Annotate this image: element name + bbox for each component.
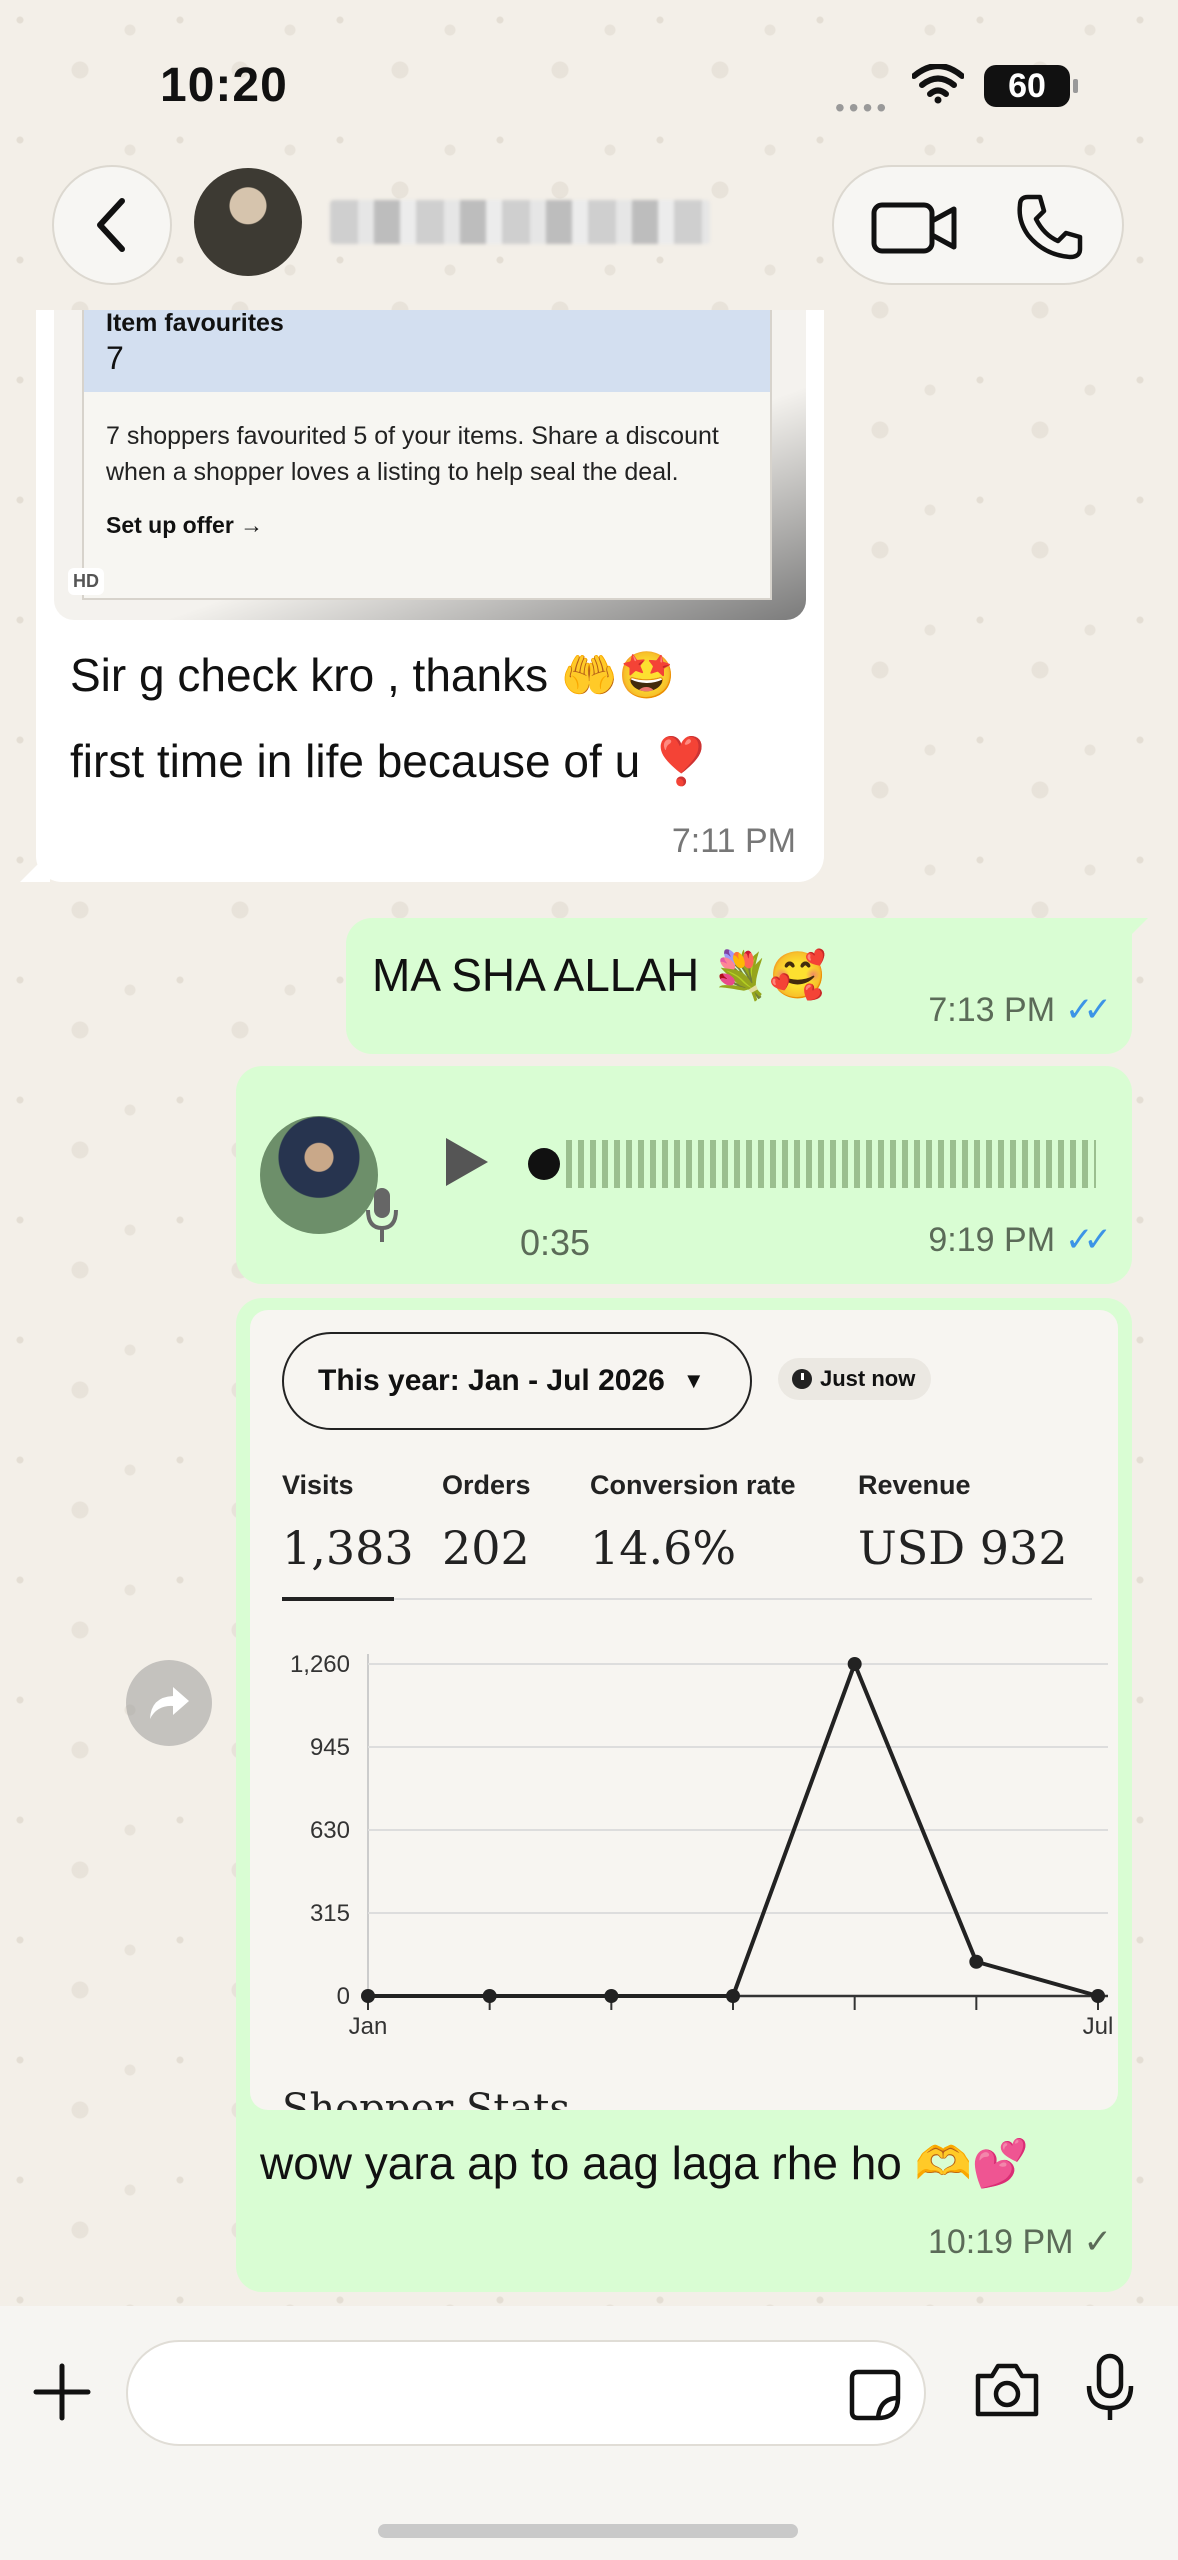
date-range-selector: This year: Jan - Jul 2026 ▼: [282, 1332, 752, 1430]
y-tick-label: 315: [310, 1900, 350, 1927]
video-camera-icon[interactable]: [870, 197, 960, 257]
active-stat-underline: [282, 1597, 394, 1601]
signal-icon: ••••: [835, 92, 891, 123]
waveform-bars: [566, 1140, 1096, 1188]
chevron-left-icon: [97, 198, 125, 252]
favourites-title: Item favourites: [106, 310, 284, 337]
stat-conversion-rate: Conversion rate 14.6%: [590, 1470, 796, 1575]
read-ticks-icon: ✓✓: [1065, 1221, 1112, 1259]
message-timestamp: 7:13 PM ✓✓: [928, 990, 1112, 1030]
caret-down-icon: ▼: [682, 1368, 705, 1393]
message-timestamp: 10:19 PM ✓: [927, 2222, 1112, 2262]
play-icon[interactable]: [446, 1138, 488, 1186]
image-message[interactable]: This year: Jan - Jul 2026 ▼ Just now Vis…: [236, 1298, 1132, 2292]
updated-badge: Just now: [778, 1358, 932, 1400]
favourites-description: 7 shoppers favourited 5 of your items. S…: [106, 422, 719, 486]
forward-icon: [150, 1687, 189, 1719]
message-text: MA SHA ALLAH 💐🥰: [372, 949, 827, 1001]
set-up-offer-link: Set up offer →: [106, 512, 264, 538]
etsy-card: Item favourites 7 7 shoppers favourited …: [82, 310, 772, 600]
stats-row: Visits 1,383 Orders 202 Conversion rate …: [282, 1470, 1092, 1601]
y-tick-label: 0: [337, 1983, 350, 2010]
data-point: [726, 1989, 740, 2003]
y-tick-label: 630: [310, 1817, 350, 1844]
phone-icon[interactable]: [1014, 191, 1086, 263]
forward-button[interactable]: [126, 1660, 212, 1746]
stat-revenue: Revenue USD 932: [858, 1470, 1068, 1575]
y-tick-label: 1,260: [290, 1651, 350, 1678]
wifi-icon: [912, 64, 964, 104]
data-point: [1091, 1989, 1105, 2003]
voice-duration: 0:35: [520, 1222, 591, 1263]
incoming-message[interactable]: Item favourites 7 7 shoppers favourited …: [36, 310, 824, 882]
voice-message[interactable]: 0:35 9:19 PM ✓✓: [236, 1066, 1132, 1284]
data-point: [361, 1989, 375, 2003]
stat-value: 202: [442, 1521, 530, 1575]
outgoing-message[interactable]: MA SHA ALLAH 💐🥰 7:13 PM ✓✓: [346, 918, 1132, 1054]
favourites-box: Item favourites 7: [84, 310, 770, 392]
shared-screenshot[interactable]: Item favourites 7 7 shoppers favourited …: [54, 310, 806, 620]
favourites-count: 7: [106, 340, 124, 376]
plus-icon[interactable]: [30, 2360, 94, 2424]
stat-value: 14.6%: [590, 1521, 737, 1575]
x-tick-label: Jul: [1083, 2013, 1114, 2040]
status-time: 10:20: [160, 59, 288, 112]
date-range-label: This year: Jan - Jul 2026: [318, 1364, 665, 1397]
data-point: [969, 1954, 984, 1969]
microphone-icon: [366, 1188, 398, 1242]
contact-name[interactable]: [330, 200, 710, 244]
stat-label: Visits: [282, 1470, 354, 1500]
x-tick-label: Jan: [349, 2013, 388, 2040]
y-tick-label: 945: [310, 1734, 350, 1761]
message-timestamp: 7:11 PM: [671, 822, 796, 860]
stat-orders: Orders 202: [442, 1470, 531, 1575]
message-input[interactable]: [126, 2340, 926, 2446]
timestamp-text: 10:19 PM: [927, 2223, 1074, 2261]
composer-bar: [0, 2306, 1178, 2560]
voice-waveform[interactable]: [528, 1138, 1096, 1190]
clock-icon: [792, 1369, 812, 1389]
camera-icon[interactable]: [972, 2360, 1042, 2420]
read-ticks-icon: ✓✓: [1065, 991, 1112, 1029]
stat-value: 1,383: [282, 1521, 414, 1575]
battery-icon: 60: [984, 65, 1078, 107]
section-heading: Shopper Stats: [282, 2086, 570, 2110]
stat-label: Orders: [442, 1470, 531, 1500]
sender-avatar: [260, 1116, 378, 1234]
contact-avatar[interactable]: [194, 168, 302, 276]
stat-value: USD 932: [858, 1521, 1068, 1575]
sent-tick-icon: ✓: [1083, 2223, 1112, 2261]
hd-badge: HD: [68, 568, 104, 595]
message-text-line-1: Sir g check kro , thanks 🤲🤩: [70, 649, 676, 701]
timestamp-text: 7:13 PM: [928, 991, 1056, 1029]
message-timestamp: 9:19 PM ✓✓: [928, 1220, 1112, 1260]
updated-text: Just now: [820, 1366, 916, 1391]
message-text-line-2: first time in life because of u ❣️: [70, 735, 711, 787]
image-caption: wow yara ap to aag laga rhe ho 🫶💕: [260, 2137, 1030, 2189]
visits-line-chart: 0 315 630 945 1,260 Jan Jul: [290, 1651, 1114, 2040]
home-indicator: [378, 2524, 798, 2538]
playback-scrubber[interactable]: [528, 1148, 560, 1180]
timestamp-text: 9:19 PM: [928, 1221, 1056, 1259]
stats-screenshot[interactable]: This year: Jan - Jul 2026 ▼ Just now Vis…: [250, 1310, 1118, 2110]
sticker-icon[interactable]: [848, 2368, 902, 2422]
data-point: [482, 1989, 497, 2003]
stat-label: Revenue: [858, 1470, 971, 1500]
data-point: [847, 1657, 862, 1671]
back-button[interactable]: [52, 165, 172, 285]
stat-visits: Visits 1,383: [282, 1470, 414, 1575]
call-actions: [832, 165, 1124, 285]
stat-label: Conversion rate: [590, 1470, 796, 1500]
status-bar: 10:20 •••• 60: [0, 0, 1178, 160]
data-point: [604, 1989, 619, 2003]
microphone-icon[interactable]: [1084, 2352, 1136, 2424]
